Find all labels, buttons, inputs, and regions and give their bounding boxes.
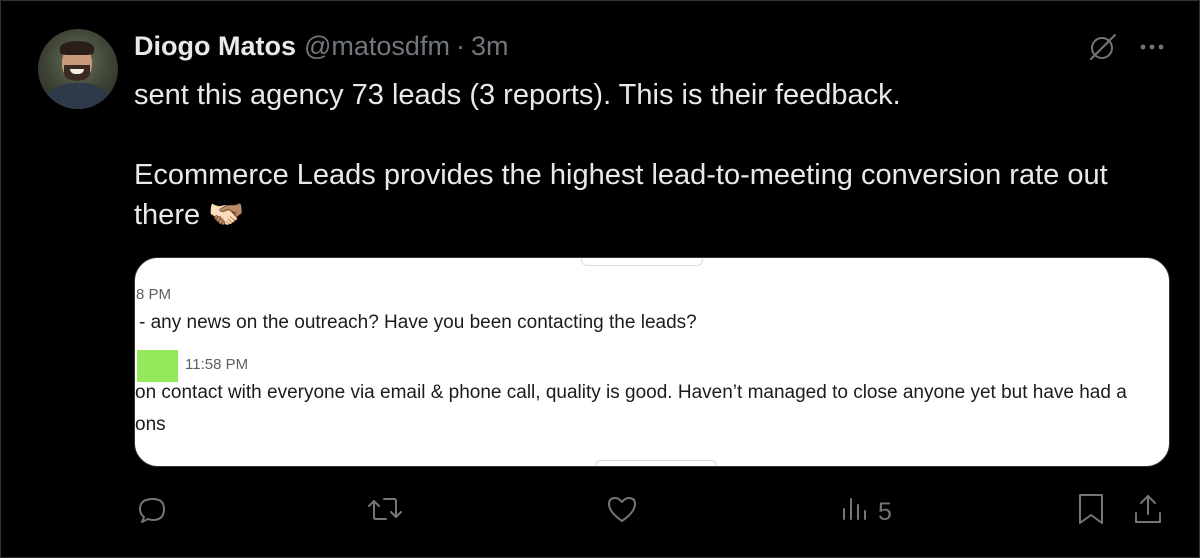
redacted-name-block	[137, 350, 178, 382]
action-bar: 5	[134, 491, 1174, 531]
tweet-card[interactable]: Diogo Matos @matosdfm · 3m sent this age…	[0, 0, 1200, 558]
grok-icon[interactable]	[1087, 31, 1119, 68]
tweet-line-1: sent this agency 73 leads (3 reports). T…	[134, 79, 901, 111]
reaction-bubble-bottom	[595, 460, 717, 466]
tweet-time[interactable]: 3m	[471, 31, 509, 62]
heart-icon	[604, 491, 640, 534]
repost-button[interactable]	[366, 491, 404, 534]
bookmark-button[interactable]	[1074, 491, 1108, 534]
author-handle[interactable]: @matosdfm	[304, 31, 450, 62]
reply-button[interactable]	[134, 491, 170, 534]
top-right-icons	[1087, 31, 1167, 68]
more-options-icon[interactable]	[1137, 32, 1167, 67]
repost-icon	[366, 491, 404, 534]
share-icon	[1130, 491, 1166, 534]
message-text-3: ons	[135, 414, 166, 435]
avatar-hair	[60, 41, 94, 55]
message-text-1: - any news on the outreach? Have you bee…	[139, 312, 697, 333]
reaction-bubble-top	[581, 258, 703, 266]
analytics-icon	[840, 491, 870, 534]
message-timestamp-1: 8 PM	[136, 286, 172, 303]
like-button[interactable]	[604, 491, 640, 534]
views-button[interactable]: 5	[840, 491, 892, 534]
tweet-text: sent this agency 73 leads (3 reports). T…	[134, 75, 1154, 235]
message-text-2: on contact with everyone via email & pho…	[135, 382, 1127, 403]
share-button[interactable]	[1130, 491, 1166, 534]
reply-icon	[134, 491, 170, 534]
avatar-shirt	[46, 83, 110, 109]
message-timestamp-2: 11:58 PM	[185, 356, 249, 373]
separator-dot: ·	[455, 31, 465, 61]
tweet-header: Diogo Matos @matosdfm · 3m	[134, 31, 508, 67]
views-count: 5	[878, 498, 892, 526]
tweet-line-2: Ecommerce Leads provides the highest lea…	[134, 159, 1108, 231]
avatar[interactable]	[38, 29, 118, 109]
bookmark-icon	[1074, 491, 1108, 534]
tweet-media-image[interactable]: 8 PM - any news on the outreach? Have yo…	[134, 257, 1170, 467]
author-name[interactable]: Diogo Matos	[134, 31, 296, 62]
